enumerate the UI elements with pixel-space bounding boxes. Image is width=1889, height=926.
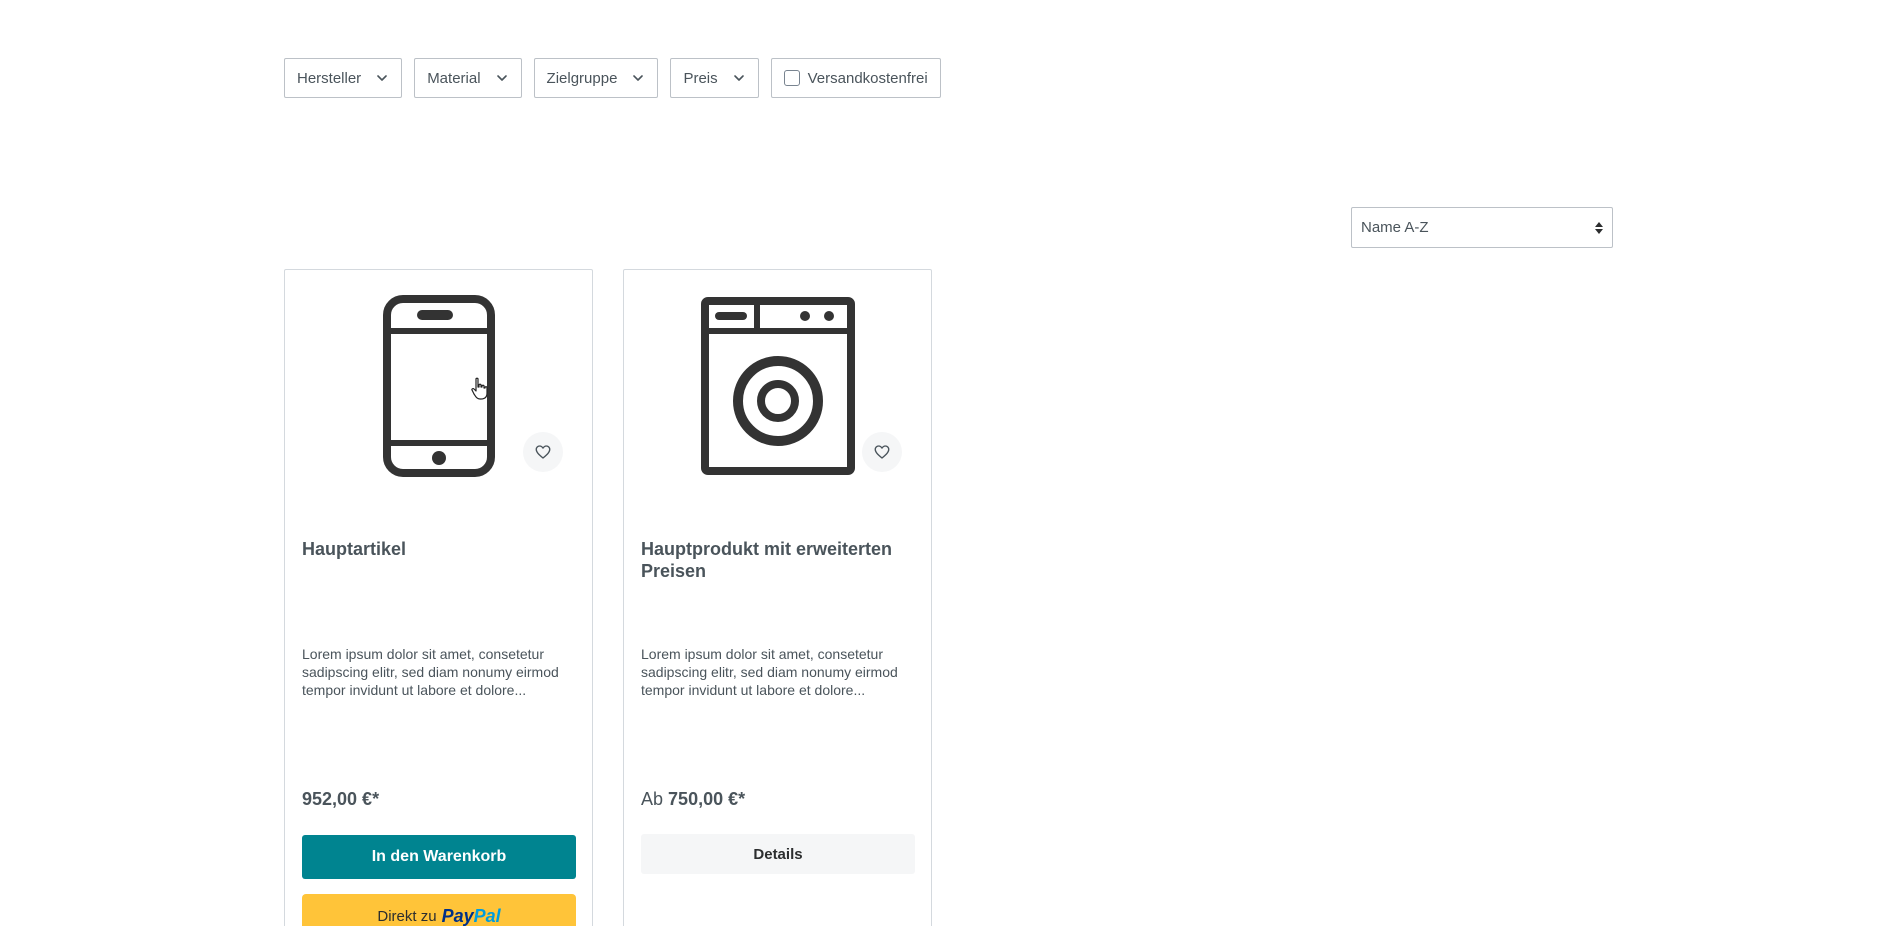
paypal-logo-pay: Pay bbox=[441, 905, 474, 926]
chevron-down-icon bbox=[375, 71, 389, 85]
chevron-down-icon bbox=[631, 71, 645, 85]
filter-bar: Hersteller Material Zielgruppe Preis Ver… bbox=[284, 58, 941, 98]
heart-icon bbox=[874, 445, 890, 459]
product-price: Ab 750,00 €* bbox=[641, 789, 745, 810]
product-description: Lorem ipsum dolor sit amet, consetetur s… bbox=[641, 646, 898, 698]
filter-manufacturer-label: Hersteller bbox=[297, 69, 362, 87]
product-title[interactable]: Hauptprodukt mit erweiterten Preisen bbox=[641, 538, 921, 582]
product-image[interactable] bbox=[624, 270, 931, 490]
sort-selected-value: Name A-Z bbox=[1361, 219, 1429, 236]
chevron-down-icon bbox=[495, 71, 509, 85]
add-to-cart-button[interactable]: In den Warenkorb bbox=[302, 835, 576, 879]
product-price-prefix: Ab bbox=[641, 789, 664, 809]
product-price: 952,00 €* bbox=[302, 789, 379, 810]
filter-target-group[interactable]: Zielgruppe bbox=[533, 58, 659, 98]
product-price-value: 952,00 €* bbox=[302, 789, 380, 809]
wishlist-button[interactable] bbox=[862, 432, 902, 472]
filter-price-label: Preis bbox=[683, 69, 718, 87]
paypal-logo: PayPal bbox=[442, 906, 501, 926]
filter-price[interactable]: Preis bbox=[670, 58, 759, 98]
sort-select[interactable]: Name A-Z bbox=[1351, 207, 1613, 248]
filter-material[interactable]: Material bbox=[414, 58, 522, 98]
filter-manufacturer[interactable]: Hersteller bbox=[284, 58, 403, 98]
product-description: Lorem ipsum dolor sit amet, consetetur s… bbox=[302, 646, 559, 698]
paypal-express-button[interactable]: Direkt zu PayPal bbox=[302, 894, 576, 926]
smartphone-icon bbox=[383, 295, 495, 477]
paypal-logo-pal: Pal bbox=[473, 905, 501, 926]
free-shipping-checkbox[interactable] bbox=[783, 70, 800, 86]
free-shipping-label: Versandkostenfrei bbox=[807, 69, 928, 87]
filter-material-label: Material bbox=[427, 69, 481, 87]
product-card: Hauptartikel Lorem ipsum dolor sit amet,… bbox=[284, 269, 593, 926]
filter-free-shipping[interactable]: Versandkostenfrei bbox=[770, 58, 941, 98]
product-title[interactable]: Hauptartikel bbox=[302, 538, 582, 560]
product-price-value: 750,00 €* bbox=[668, 789, 746, 809]
details-button[interactable]: Details bbox=[641, 834, 915, 874]
product-image[interactable] bbox=[285, 270, 592, 490]
washing-machine-icon bbox=[701, 297, 855, 475]
sort-arrows-icon bbox=[1595, 221, 1603, 234]
filter-target-group-label: Zielgruppe bbox=[546, 69, 618, 87]
product-card: Hauptprodukt mit erweiterten Preisen Lor… bbox=[623, 269, 932, 926]
paypal-button-label: Direkt zu bbox=[377, 907, 437, 925]
chevron-down-icon bbox=[732, 71, 746, 85]
wishlist-button[interactable] bbox=[523, 432, 563, 472]
heart-icon bbox=[535, 445, 551, 459]
